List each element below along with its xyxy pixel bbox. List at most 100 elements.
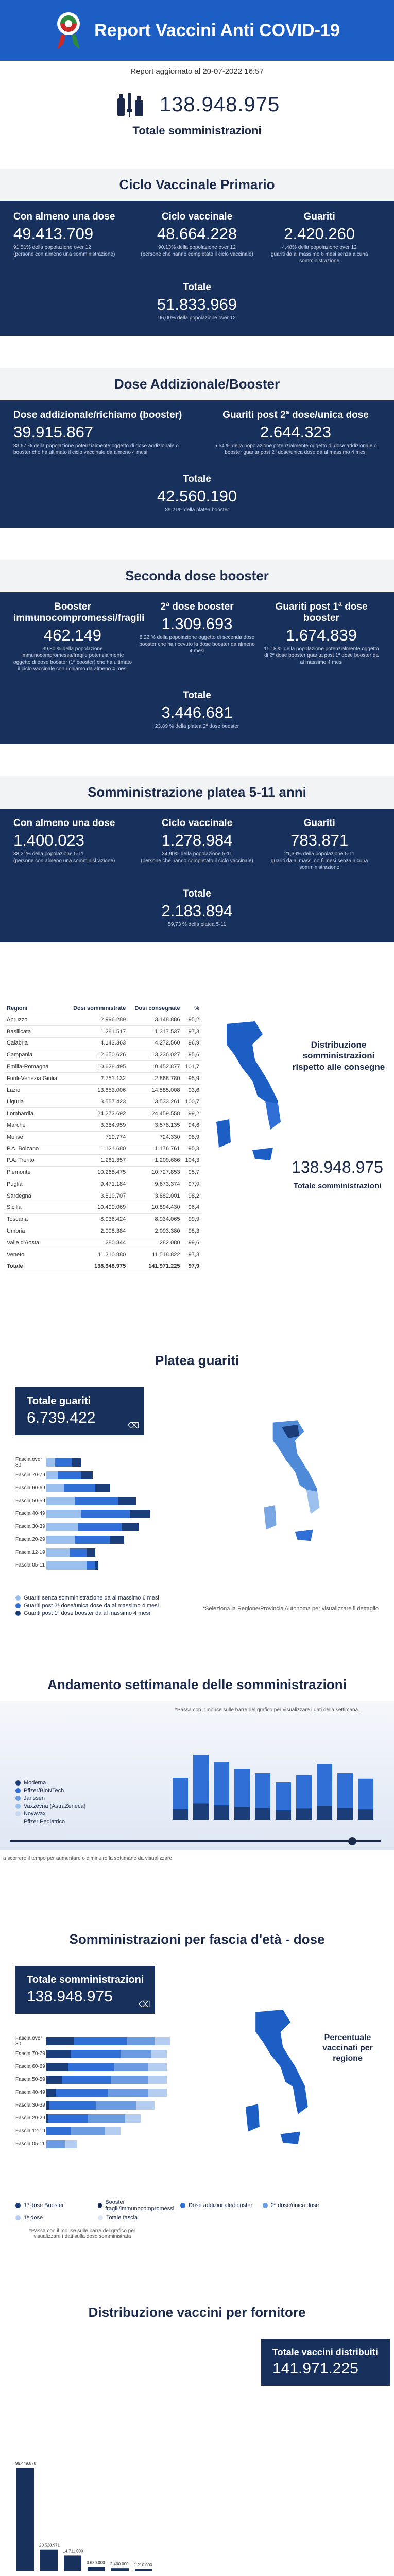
bar-label: Fascia 12-19 <box>15 1550 45 1556</box>
bar-segment <box>136 2101 155 2110</box>
bar-segment <box>81 1509 130 1518</box>
bar-segment <box>46 1561 87 1570</box>
bar-row[interactable]: Fascia over 80 <box>15 2034 206 2047</box>
supplier-bar[interactable] <box>40 2549 58 2571</box>
table-row[interactable]: Sardegna 3.810.707 3.882.001 98,2 <box>5 1190 201 1202</box>
table-row[interactable]: Valle d'Aosta 280.844 282.080 99,6 <box>5 1237 201 1249</box>
bar-segment <box>46 2088 56 2097</box>
bar-segment <box>74 2036 127 2045</box>
table-row[interactable]: Lombardia 24.273.692 24.459.558 99,2 <box>5 1107 201 1120</box>
legend-item: Pfizer/BioNTech <box>15 1788 85 1794</box>
bar-segment <box>110 1535 125 1544</box>
regions-total-row: Totale 138.948.975 141.971.225 97,9 <box>5 1260 201 1273</box>
recovered-italy-map[interactable] <box>237 1418 340 1552</box>
bar-row[interactable]: Fascia 50-59 <box>15 1494 201 1507</box>
bar-row[interactable]: Fascia 70-79 <box>15 1469 201 1481</box>
legend-item: 1ª dose <box>15 2215 98 2221</box>
bar-row[interactable]: Fascia 20-29 <box>15 1533 201 1546</box>
table-row[interactable]: Marche 3.384.959 3.578.135 94,6 <box>5 1119 201 1132</box>
italian-emblem-icon <box>54 10 83 50</box>
bar-label: Fascia over 80 <box>15 2035 42 2047</box>
bar-segment <box>125 2114 141 2123</box>
weekly-title: Andamento settimanale delle somministraz… <box>0 1669 394 1702</box>
bar-segment <box>58 1471 81 1479</box>
table-row[interactable]: Calabria 4.143.363 4.272.560 96,9 <box>5 1037 201 1050</box>
table-row[interactable]: Piemonte 10.268.475 10.727.853 95,7 <box>5 1166 201 1178</box>
bar-row[interactable]: Fascia 30-39 <box>15 1520 201 1533</box>
supplier-bar-label: 99.449.878 <box>15 2461 37 2466</box>
supplier-bar-label: 20.528.971 <box>39 2543 60 2548</box>
bar-row[interactable]: Fascia 60-69 <box>15 1481 201 1494</box>
table-row[interactable]: Umbria 2.098.384 2.093.380 98,3 <box>5 1225 201 1237</box>
table-row[interactable]: Campania 12.650.626 13.236.027 95,6 <box>5 1049 201 1062</box>
suppliers-bar-chart: 99.449.878 20.528.97114.711.000 3.680.000 2… <box>15 2461 152 2571</box>
bar-segment <box>121 1522 139 1531</box>
table-row[interactable]: P.A. Bolzano 1.121.680 1.176.761 95,3 <box>5 1143 201 1155</box>
bar-row[interactable]: Fascia 40-49 <box>15 2086 206 2099</box>
table-row[interactable]: Abruzzo 2.996.289 3.148.886 95,2 <box>5 1014 201 1026</box>
supplier-bar[interactable] <box>64 2555 81 2571</box>
table-row[interactable]: Liguria 3.557.423 3.533.261 100,7 <box>5 1096 201 1108</box>
bar-row[interactable]: Fascia 50-59 <box>15 2073 206 2086</box>
bar-segment <box>68 2062 114 2071</box>
supplier-bar[interactable] <box>111 2568 129 2571</box>
bar-label: Fascia 40-49 <box>15 2090 45 2096</box>
table-row[interactable]: P.A. Trento 1.261.357 1.209.686 104,3 <box>5 1154 201 1167</box>
supplier-bar[interactable] <box>135 2569 152 2571</box>
bar-segment <box>127 2036 155 2045</box>
table-row[interactable]: Basilicata 1.281.517 1.317.537 97,3 <box>5 1025 201 1038</box>
table-row[interactable]: Molise 719.774 724.330 98,9 <box>5 1131 201 1143</box>
bar-row[interactable]: Fascia 20-29 <box>15 2112 206 2125</box>
table-row[interactable]: Veneto 11.210.880 11.518.822 97,3 <box>5 1249 201 1261</box>
total-administrations-label: Totale somministrazioni <box>132 124 262 137</box>
supplier-bar[interactable] <box>88 2567 105 2571</box>
weekly-legend: Moderna Pfizer/BioNTech Janssen Vaxzevria (… <box>15 1778 85 1826</box>
legend-item: Booster fragili/immunocompromessi <box>98 2199 180 2212</box>
bar-segment <box>114 2062 148 2071</box>
age-doses-italy-map[interactable] <box>221 2007 324 2157</box>
bar-row[interactable]: Fascia 40-49 <box>15 1507 201 1520</box>
primary-cycle-panel: Con almeno una dose 49.413.709 91,51% de… <box>0 201 394 336</box>
weekly-bar-segment <box>193 1803 209 1820</box>
italy-map[interactable] <box>206 1019 283 1173</box>
bar-label: Fascia 50-59 <box>15 1498 45 1504</box>
booster-panel: Dose addizionale/richiamo (booster) 39.9… <box>0 400 394 528</box>
table-row[interactable]: Toscana 8.936.424 8.934.065 99,9 <box>5 1213 201 1226</box>
eraser-icon[interactable]: ⌫ <box>127 1421 139 1431</box>
bar-row[interactable]: Fascia 05-11 <box>15 1559 201 1572</box>
supplier-bar[interactable] <box>16 2468 34 2571</box>
bar-segment <box>46 2140 65 2148</box>
legend-item: Dose addizionale/booster <box>180 2202 263 2209</box>
kids-panel: Con almeno una dose 1.400.023 38,21% del… <box>0 809 394 942</box>
table-row[interactable]: Lazio 13.653.006 14.585.008 93,6 <box>5 1084 201 1097</box>
bar-segment <box>71 2127 105 2135</box>
bar-row[interactable]: Fascia 60-69 <box>15 2060 206 2073</box>
bar-row[interactable]: Fascia 12-19 <box>15 2125 206 2137</box>
bar-row[interactable]: Fascia 12-19 <box>15 1546 201 1559</box>
weekly-bar-segment <box>214 1805 229 1820</box>
bar-row[interactable]: Fascia over 80 <box>15 1456 201 1469</box>
weekly-bar-segment <box>296 1808 312 1820</box>
bar-row[interactable]: Fascia 05-11 <box>15 2137 206 2150</box>
bar-row[interactable]: Fascia 30-39 <box>15 2099 206 2112</box>
bar-row[interactable]: Fascia 70-79 <box>15 2047 206 2060</box>
kids-title: Somministrazione platea 5-11 anni <box>0 776 394 809</box>
bar-segment <box>46 2049 71 2058</box>
bar-segment <box>75 1535 110 1544</box>
booster-total: Totale 42.560.190 89,21% della platea bo… <box>157 474 237 513</box>
report-header: Report Vaccini Anti COVID-19 <box>0 0 394 61</box>
bar-label: Fascia 60-69 <box>15 1485 45 1491</box>
bar-segment <box>105 2127 121 2135</box>
supplier-bar-label: 1.210.000 <box>134 2563 152 2567</box>
primary-first-dose: Con almeno una dose 49.413.709 91,51% de… <box>13 211 115 257</box>
table-row[interactable]: Emilia-Romagna 10.628.495 10.452.877 101,7 <box>5 1060 201 1073</box>
weekly-section: *Passa con il mouse sulle barre del graf… <box>0 1701 394 1856</box>
weekly-timeline-slider[interactable] <box>10 1840 381 1843</box>
table-row[interactable]: Puglia 9.471.184 9.673.374 97,9 <box>5 1178 201 1190</box>
age-doses-map-label: Percentuale vaccinati per regione <box>322 2033 373 2063</box>
table-row[interactable]: Friuli-Venezia Giulia 2.751.132 2.868.780 9… <box>5 1072 201 1085</box>
bar-segment <box>56 2088 108 2097</box>
table-row[interactable]: Sicilia 10.499.069 10.894.430 96,4 <box>5 1202 201 1214</box>
updated-timestamp: Report aggiornato al 20-07-2022 16:57 <box>130 67 264 76</box>
eraser-icon[interactable]: ⌫ <box>139 1999 150 2010</box>
